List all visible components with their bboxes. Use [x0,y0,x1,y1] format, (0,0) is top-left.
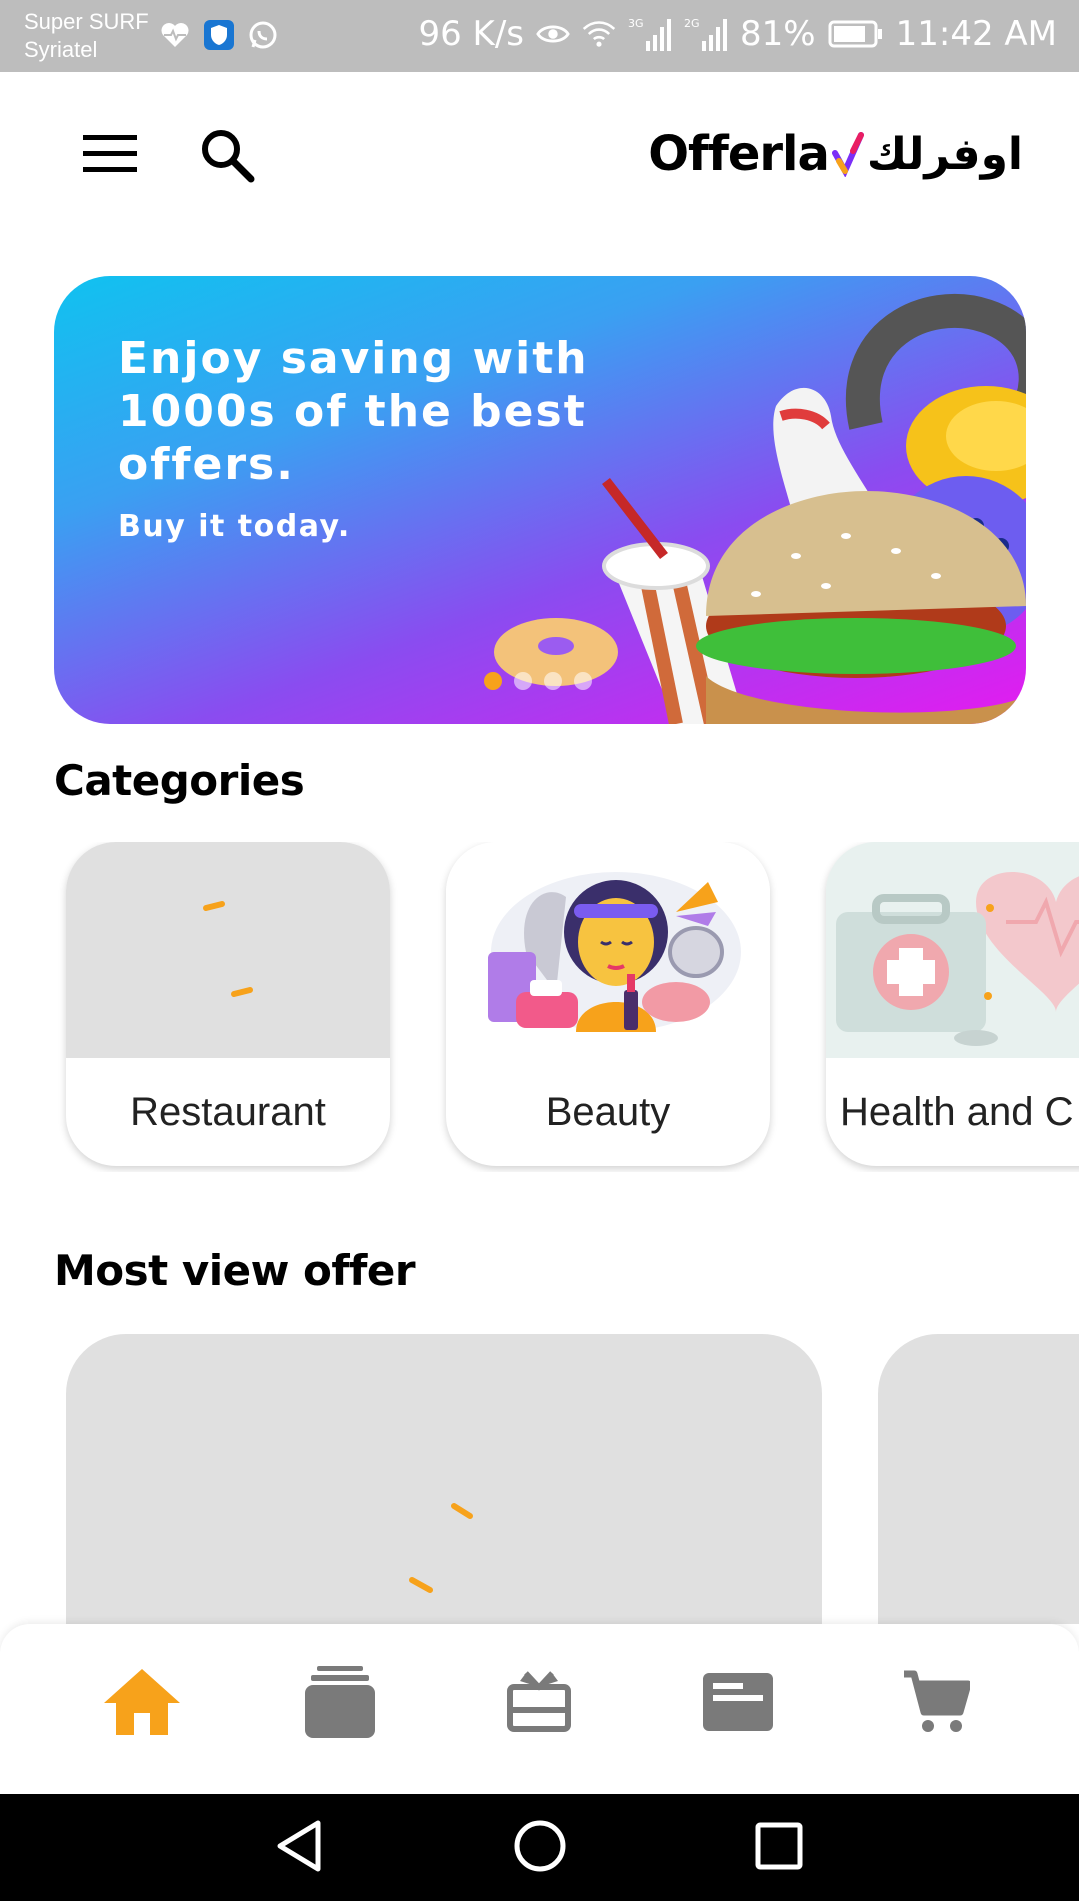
heart-pulse-icon [158,18,192,52]
recents-square-icon [754,1821,804,1876]
banner-food-illustration [494,294,1026,724]
logo-check-icon [831,132,864,177]
battery-icon [828,17,884,51]
loading-spinner-icon [203,901,253,997]
carrier-info: Super SURF Syriatel [24,8,149,64]
nav-stack[interactable] [290,1654,390,1754]
nav-cart[interactable] [886,1654,986,1754]
category-card-restaurant[interactable]: Restaurant [66,842,390,1166]
logo-text-en: Offerla [648,126,830,182]
back-button[interactable] [265,1814,333,1882]
promo-banner[interactable]: Enjoy saving with 1000s of the best offe… [54,276,1026,724]
bottom-navigation [0,1624,1079,1794]
most-viewed-title: Most view offer [54,1246,416,1295]
status-bar: Super SURF Syriatel 96 K/s 3G 2G 81% 11:… [0,0,1079,72]
shield-icon [202,18,236,52]
app-logo: Offerla اوفرلك [648,124,1023,184]
carousel-dot[interactable] [544,672,562,690]
android-navigation-bar [0,1794,1079,1901]
offer-card[interactable] [878,1334,1079,1624]
home-system-button[interactable] [506,1814,574,1882]
app-header: Offerla اوفرلك [0,72,1079,242]
battery-percent: 81% [740,14,816,54]
category-image [826,842,1079,1058]
search-button[interactable] [192,122,262,192]
back-icon [274,1819,324,1878]
category-image [446,842,770,1058]
category-image-placeholder [66,842,390,1058]
loading-spinner-icon [409,1503,473,1593]
card-icon [703,1672,773,1736]
category-label: Beauty [545,1089,671,1134]
categories-title: Categories [54,756,305,805]
notification-icons [158,18,280,52]
eye-icon [536,17,570,51]
offers-list [0,1334,1079,1624]
wifi-icon [582,17,616,51]
category-label: Health and C [840,1089,1074,1134]
whatsapp-icon [246,18,280,52]
net-speed: 96 K/s [418,14,525,54]
carrier-line2: Syriatel [24,37,98,62]
search-icon [198,126,256,189]
beauty-illustration [488,872,741,1032]
home-circle-icon [513,1819,567,1878]
home-icon [102,1667,182,1742]
signal-icon: 2G [684,17,728,51]
stack-icon [305,1665,375,1743]
category-card-health[interactable]: Health and C [826,842,1079,1166]
system-status: 96 K/s 3G 2G 81% 11:42 AM [418,14,1057,54]
carousel-dots [484,672,592,690]
health-illustration [826,842,1079,1058]
carousel-dot[interactable] [514,672,532,690]
categories-list: Restaurant Beauty Health and C [0,842,1079,1172]
offer-card[interactable] [66,1334,822,1624]
logo-text-ar: اوفرلك [866,128,1023,180]
carousel-dot[interactable] [484,672,502,690]
clock: 11:42 AM [895,14,1057,54]
menu-button[interactable] [78,128,142,184]
recents-button[interactable] [745,1814,813,1882]
carousel-dot[interactable] [574,672,592,690]
hamburger-menu-icon [81,132,139,181]
cart-icon [902,1670,972,1739]
gift-icon [506,1670,572,1738]
network-2g-label: 2G [684,17,700,30]
category-label: Restaurant [130,1089,326,1134]
category-card-beauty[interactable]: Beauty [446,842,770,1166]
nav-gifts[interactable] [489,1654,589,1754]
network-3g-label: 3G [628,17,644,30]
signal-icon: 3G [628,17,672,51]
nav-cards[interactable] [688,1654,788,1754]
nav-home[interactable] [92,1654,192,1754]
carrier-line1: Super SURF [24,9,149,34]
